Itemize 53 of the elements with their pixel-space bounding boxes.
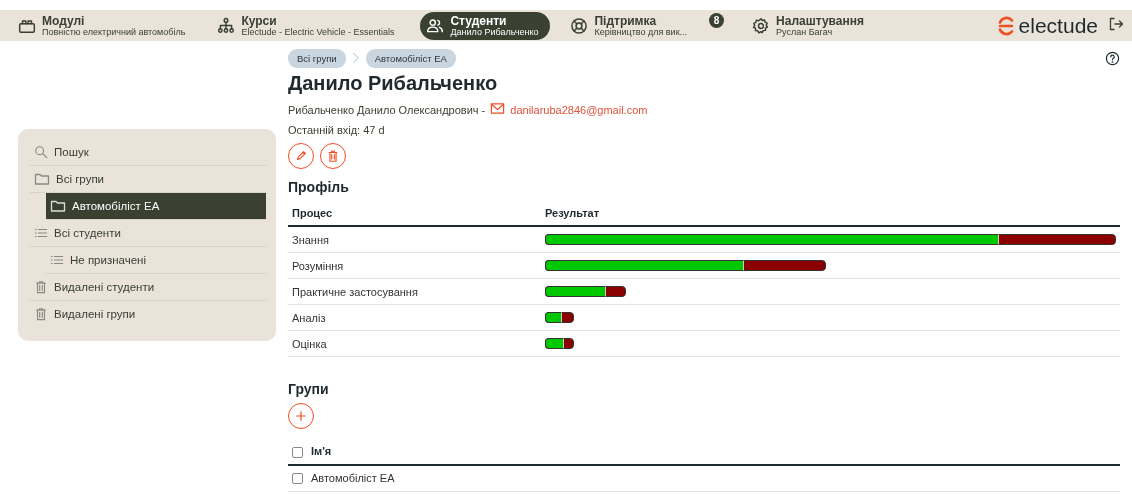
nav-tab[interactable]: Модулі Повністю електричний автомобіль bbox=[12, 11, 198, 40]
plus-icon bbox=[294, 409, 308, 423]
sidebar-item[interactable]: Пошук bbox=[30, 139, 266, 166]
add-button[interactable] bbox=[288, 403, 314, 429]
section-title: Групи bbox=[288, 381, 330, 397]
section-title: Профіль bbox=[288, 179, 350, 195]
hierarchy-icon bbox=[217, 16, 236, 35]
checkbox[interactable] bbox=[292, 473, 303, 485]
logo-text: electude bbox=[1018, 13, 1098, 38]
help-icon bbox=[1105, 51, 1120, 66]
trash-icon bbox=[34, 280, 48, 294]
logo-icon bbox=[996, 15, 1015, 36]
lifebuoy-icon bbox=[570, 16, 589, 35]
sidebar-item[interactable]: Не призначені bbox=[46, 247, 266, 274]
search-icon bbox=[34, 145, 48, 159]
full-name: Рибальченко Данило Олександрович - bbox=[288, 103, 486, 116]
trash-icon bbox=[326, 149, 340, 163]
student-name: Данило Рибальченко bbox=[288, 72, 499, 95]
column-header: Результат bbox=[541, 201, 1120, 226]
breadcrumb[interactable]: Автомобіліст ЕА bbox=[365, 49, 456, 68]
sidebar-item[interactable]: Всі студенти bbox=[30, 220, 266, 247]
checkbox[interactable] bbox=[292, 446, 303, 458]
logout-icon bbox=[1108, 15, 1124, 32]
nav-tab[interactable]: Студенти Данило Рибальченко bbox=[420, 11, 551, 40]
pencil-icon bbox=[294, 149, 308, 163]
mail-icon bbox=[490, 101, 506, 116]
folder-icon bbox=[34, 171, 50, 187]
nav-tab[interactable]: Курси Electude - Electric Vehicle - Essentials bbox=[211, 11, 407, 40]
sidebar-item[interactable]: Автомобіліст ЕА bbox=[46, 193, 266, 220]
list-icon bbox=[34, 226, 48, 240]
table-cell: Знання bbox=[288, 226, 541, 253]
edit-button[interactable] bbox=[288, 143, 314, 169]
gear-icon bbox=[752, 16, 771, 35]
table-cell: Оцінка bbox=[288, 330, 541, 357]
table-cell: Аналіз bbox=[288, 304, 541, 331]
column-header: Ім'я bbox=[311, 445, 332, 457]
delete-button[interactable] bbox=[320, 143, 346, 169]
trash-icon bbox=[34, 307, 48, 321]
sidebar-item[interactable]: Видалені групи bbox=[30, 301, 266, 327]
users-icon bbox=[426, 16, 445, 35]
last-login: Останній вхід: 47 d bbox=[288, 124, 386, 136]
breadcrumb[interactable]: Всі групи bbox=[288, 49, 346, 68]
folder-icon bbox=[50, 198, 66, 214]
list-icon bbox=[50, 253, 64, 267]
notification-badge: 8 bbox=[709, 13, 725, 28]
sidebar-item[interactable]: Видалені студенти bbox=[30, 274, 266, 301]
table-cell: Розуміння bbox=[288, 252, 541, 279]
email-link[interactable]: danilaruba2846@gmail.com bbox=[510, 103, 648, 116]
table-cell: Автомобіліст ЕА bbox=[311, 471, 395, 484]
nav-tab[interactable]: Налаштування Руслан Багач bbox=[746, 11, 876, 40]
nav-tab[interactable]: Підтримка Керівництво для вик... bbox=[564, 11, 700, 40]
column-header: Процес bbox=[288, 201, 541, 226]
table-cell: Практичне застосування bbox=[288, 278, 541, 305]
